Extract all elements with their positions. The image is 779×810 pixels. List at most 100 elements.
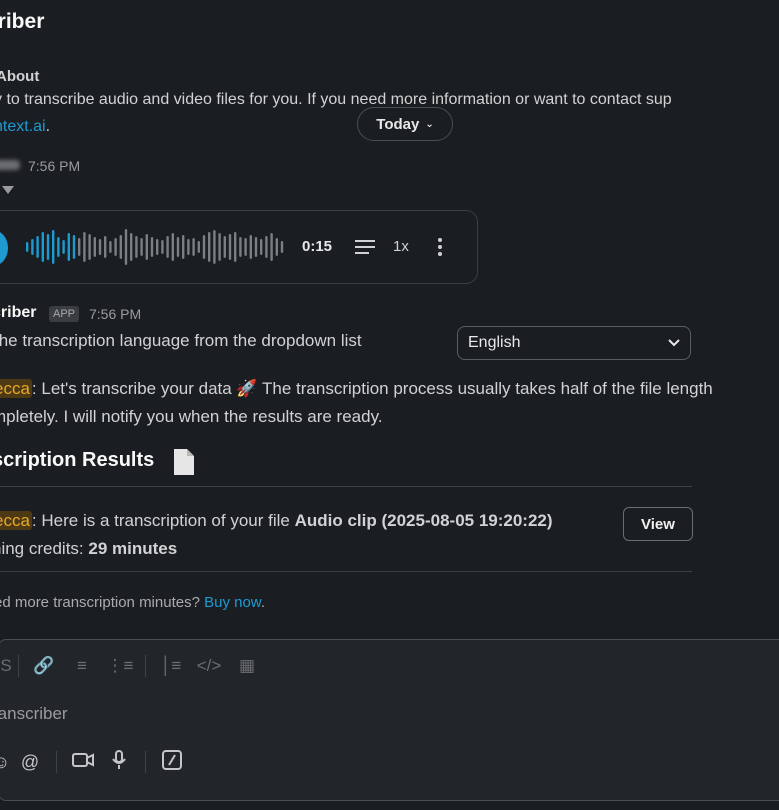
composer-actions: ☺ @: [0, 748, 190, 776]
waveform-bar: [124, 229, 128, 265]
need-more-line: ed more transcription minutes? Buy now.: [0, 594, 265, 611]
user-mention[interactable]: ecca: [0, 379, 32, 398]
language-prompt: the transcription language from the drop…: [0, 331, 362, 350]
language-selected-value: English: [468, 334, 521, 351]
waveform-bar: [31, 239, 34, 255]
channel-title[interactable]: criber: [0, 10, 44, 34]
waveform-bar: [161, 240, 164, 254]
about-link-suffix: .: [45, 118, 51, 135]
waveform-bar: [171, 233, 174, 261]
collapse-caret-icon[interactable]: [2, 186, 14, 194]
waveform-bar: [280, 241, 284, 253]
results-heading: scription Results: [0, 449, 155, 471]
chevron-down-icon: [668, 339, 680, 347]
buy-now-suffix: .: [260, 594, 265, 611]
waveform-bar: [67, 233, 70, 261]
date-divider-label: Today: [376, 115, 420, 133]
toolbar-separator: [145, 655, 146, 677]
process-message-line-2: mpletely. I will notify you when the res…: [0, 407, 383, 426]
waveform-bar: [52, 230, 55, 264]
video-icon[interactable]: [65, 752, 101, 773]
view-button[interactable]: View: [623, 507, 693, 541]
waveform-bar: [223, 236, 226, 258]
waveform-bar: [140, 238, 143, 256]
waveform-bar: [208, 232, 211, 262]
toolbar-separator: [145, 751, 146, 773]
link-icon[interactable]: 🔗: [25, 656, 63, 676]
waveform-bar: [213, 230, 216, 264]
composer-placeholder[interactable]: ranscriber: [0, 704, 68, 724]
waveform-bar: [218, 233, 221, 261]
code-block-icon[interactable]: ▦: [228, 656, 266, 676]
waveform-bar: [109, 241, 112, 253]
bulleted-list-icon[interactable]: ⋮≡: [101, 656, 139, 676]
bot-message-timestamp[interactable]: 7:56 PM: [89, 306, 141, 322]
transcript-icon[interactable]: [354, 238, 376, 256]
waveform-bar: [202, 235, 206, 259]
about-label-text: About: [0, 68, 40, 85]
waveform-bar: [135, 236, 138, 258]
mention-icon[interactable]: @: [12, 752, 48, 773]
divider: [0, 486, 692, 487]
divider: [0, 571, 692, 572]
ordered-list-icon[interactable]: ≡: [63, 656, 101, 676]
waveform-bar: [36, 236, 39, 258]
waveform-bar: [114, 238, 117, 256]
playback-speed-button[interactable]: 1x: [393, 238, 409, 255]
waveform-bar: [98, 239, 102, 255]
process-message-line: ecca: Let's transcribe your data 🚀 The t…: [0, 379, 713, 399]
waveform-bar: [192, 238, 195, 256]
waveform-bar: [166, 236, 169, 258]
waveform-bar: [239, 237, 242, 257]
waveform-bar: [265, 236, 268, 258]
waveform-bar: [270, 233, 273, 261]
formatting-toolbar: S 🔗 ≡ ⋮≡ │≡ </> ▦: [0, 652, 266, 680]
credits-value: 29 minutes: [88, 539, 178, 558]
microphone-icon[interactable]: [101, 749, 137, 775]
waveform-bar: [156, 239, 159, 255]
waveform-bar: [104, 236, 107, 258]
toolbar-separator: [56, 751, 57, 773]
remaining-credits-line: ning credits: 29 minutes: [0, 539, 177, 559]
waveform-bar: [72, 235, 76, 259]
about-description: y to transcribe audio and video files fo…: [0, 91, 672, 109]
waveform-bar: [26, 242, 29, 252]
about-text: y to transcribe audio and video files fo…: [0, 91, 672, 108]
about-link[interactable]: ntext.ai: [0, 118, 46, 135]
message-timestamp[interactable]: 7:56 PM: [28, 158, 80, 174]
need-more-text: ed more transcription minutes?: [0, 594, 205, 611]
waveform[interactable]: [26, 226, 288, 268]
waveform-bar: [62, 240, 65, 254]
waveform-bar: [275, 238, 278, 256]
waveform-bar: [197, 241, 200, 253]
language-dropdown[interactable]: English: [457, 326, 691, 360]
audio-duration: 0:15: [302, 238, 333, 255]
waveform-bar: [83, 232, 86, 262]
waveform-bar: [150, 237, 154, 257]
code-icon[interactable]: </>: [190, 656, 228, 676]
date-divider-button[interactable]: Today ⌄: [357, 107, 453, 141]
more-options-icon[interactable]: [436, 237, 444, 257]
app-badge: APP: [49, 306, 80, 322]
user-name-redacted: [0, 160, 20, 170]
waveform-bar: [145, 234, 148, 260]
waveform-bar: [244, 238, 247, 256]
buy-now-link[interactable]: Buy now: [204, 594, 261, 611]
waveform-bar: [260, 239, 263, 255]
blockquote-icon[interactable]: │≡: [152, 656, 190, 676]
waveform-bar: [228, 234, 232, 260]
user-mention[interactable]: ecca: [0, 511, 32, 530]
slash-command-icon[interactable]: [154, 749, 190, 775]
strikethrough-icon[interactable]: S: [0, 656, 12, 676]
waveform-bar: [78, 238, 81, 256]
waveform-bar: [176, 237, 180, 257]
waveform-bar: [41, 232, 44, 262]
bot-sender-name[interactable]: criber: [0, 304, 36, 322]
transcription-result-line: ecca: Here is a transcription of your fi…: [0, 511, 553, 531]
waveform-bar: [249, 235, 252, 259]
document-icon: [174, 449, 194, 475]
about-label: About: [0, 68, 39, 85]
emoji-icon[interactable]: ☺: [0, 752, 12, 773]
waveform-bar: [254, 237, 258, 257]
waveform-bar: [46, 234, 50, 260]
